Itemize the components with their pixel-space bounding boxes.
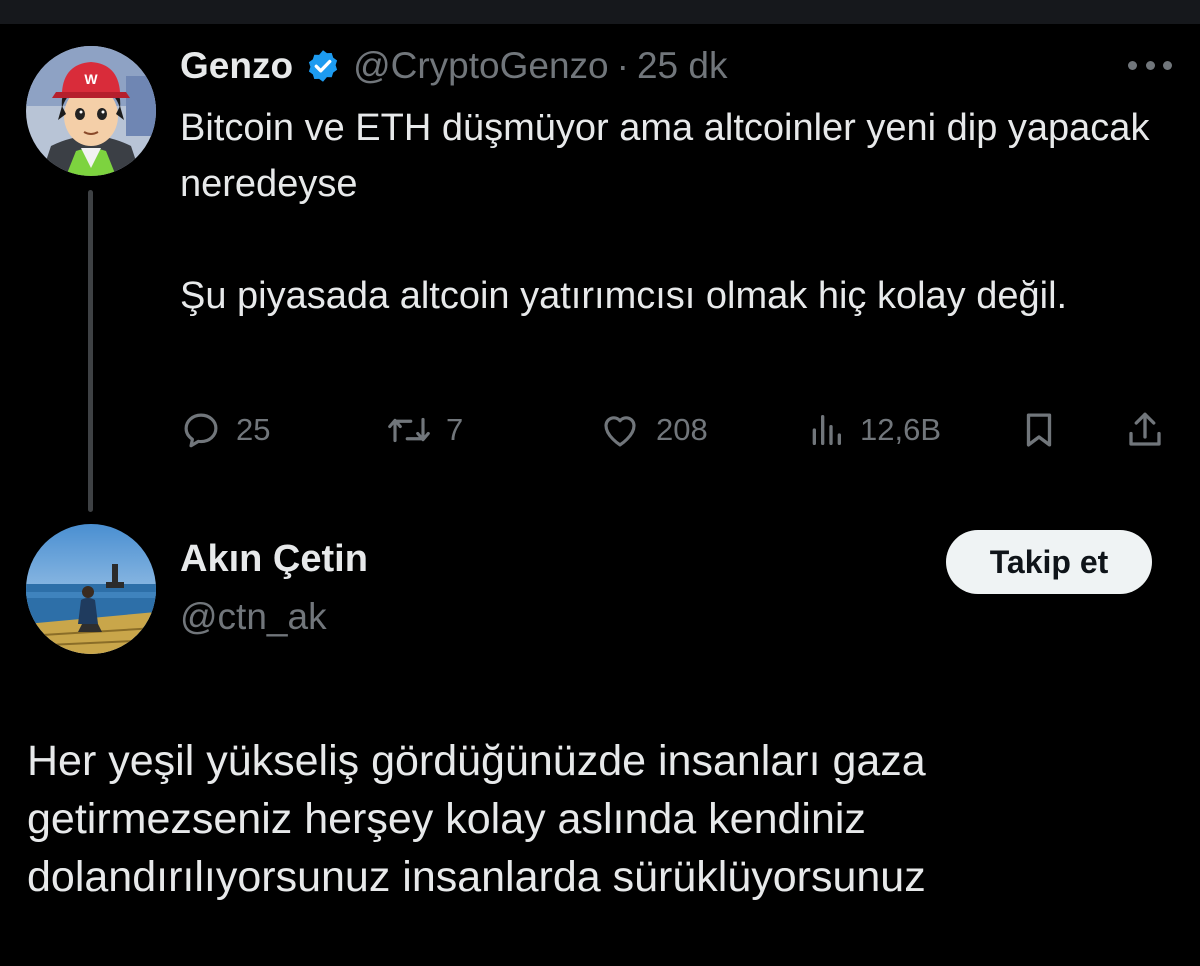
tweet-time[interactable]: 25 dk (637, 45, 728, 87)
views-button[interactable]: 12,6B (806, 402, 941, 458)
heart-icon (604, 416, 636, 447)
like-count: 208 (656, 412, 708, 447)
author-handle[interactable]: @CryptoGenzo (353, 45, 609, 87)
like-button[interactable]: 208 (598, 402, 708, 458)
reply-button[interactable]: 25 (180, 402, 270, 458)
akin-avatar[interactable] (26, 524, 156, 654)
more-options-icon[interactable] (1128, 55, 1172, 75)
thread-line (88, 190, 93, 512)
tweet-header: Genzo @CryptoGenzo · 25 dk (180, 40, 727, 92)
separator-dot: · (616, 45, 629, 86)
reply-count: 25 (236, 412, 271, 447)
share-button[interactable] (1124, 402, 1166, 458)
views-count: 12,6B (860, 412, 942, 447)
genzo-avatar[interactable]: W (26, 46, 156, 176)
tweet-paragraph: Şu piyasada altcoin yatırımcısı olmak hi… (180, 275, 1068, 317)
views-chart-icon (812, 415, 841, 445)
verified-badge-icon (305, 48, 341, 84)
tweet-paragraph: Bitcoin ve ETH düşmüyor ama altcoinler y… (180, 107, 1150, 205)
author-name[interactable]: Genzo (180, 45, 293, 87)
bookmark-icon (1026, 413, 1052, 447)
retweet-button[interactable]: 7 (386, 402, 463, 458)
reply-author-name[interactable]: Akın Çetin (180, 538, 368, 581)
reply-icon (184, 413, 218, 448)
top-bar (0, 0, 1200, 24)
svg-text:W: W (84, 71, 98, 87)
bookmark-button[interactable] (1018, 402, 1060, 458)
retweet-count: 7 (446, 412, 464, 447)
reply-author-handle[interactable]: @ctn_ak (180, 596, 327, 638)
share-icon (1129, 412, 1161, 446)
reply-text: Her yeşil yükseliş gördüğünüzde insanlar… (27, 737, 926, 901)
tweet-actions: 25 7 208 12,6B (0, 402, 1200, 458)
tweet-text: Bitcoin ve ETH düşmüyor ama altcoinler y… (180, 100, 1160, 324)
follow-button[interactable]: Takip et (946, 530, 1152, 594)
retweet-icon (388, 417, 430, 443)
